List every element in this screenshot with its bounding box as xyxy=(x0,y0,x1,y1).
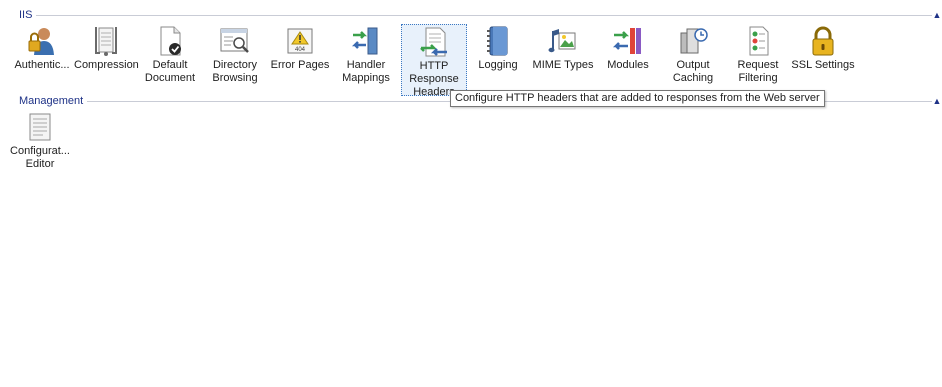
feature-error-pages[interactable]: 404 Error Pages xyxy=(268,25,332,72)
feature-request-filtering[interactable]: Request Filtering xyxy=(726,25,790,85)
group-divider xyxy=(19,15,932,16)
feature-tooltip: Configure HTTP headers that are added to… xyxy=(450,90,825,107)
feature-directory-browsing[interactable]: Directory Browsing xyxy=(203,25,267,85)
feature-label: Handler Mappings xyxy=(342,59,390,84)
feature-label: Authentic... xyxy=(14,59,70,71)
compression-clamp-icon xyxy=(95,27,117,56)
feature-label: Directory Browsing xyxy=(212,59,258,84)
feature-label: Logging xyxy=(478,59,518,71)
request-filtering-icon xyxy=(749,26,769,56)
modules-icon xyxy=(612,28,641,54)
feature-configuration-editor[interactable]: Configurat... Editor xyxy=(8,111,72,171)
padlock-icon xyxy=(812,26,834,56)
output-caching-icon xyxy=(680,28,708,54)
svg-text:404: 404 xyxy=(295,47,306,53)
feature-authentication[interactable]: Authentic... xyxy=(10,25,74,72)
mime-types-icon xyxy=(548,29,576,53)
error-404-icon: 404 xyxy=(287,28,313,54)
feature-handler-mappings[interactable]: Handler Mappings xyxy=(334,25,398,85)
iis-group-title: IIS xyxy=(19,8,37,22)
user-lock-icon xyxy=(28,28,54,55)
http-headers-icon xyxy=(420,27,447,57)
feature-modules[interactable]: Modules xyxy=(596,25,660,72)
feature-label: SSL Settings xyxy=(791,59,855,71)
iis-group-header: IIS ▲ xyxy=(0,8,942,22)
feature-label: Modules xyxy=(607,59,649,71)
logbook-icon xyxy=(487,26,508,56)
feature-label: Compression xyxy=(74,59,139,71)
feature-mime-types[interactable]: MIME Types xyxy=(531,25,595,72)
collapse-chevron-icon[interactable]: ▲ xyxy=(932,94,942,108)
feature-http-response-headers[interactable]: HTTP Response Headers xyxy=(401,24,467,98)
feature-label: Configurat... Editor xyxy=(10,145,70,170)
feature-label: Error Pages xyxy=(270,59,330,71)
feature-output-caching[interactable]: Output Caching xyxy=(661,25,725,85)
feature-label: Output Caching xyxy=(672,59,714,84)
feature-label: Request Filtering xyxy=(737,59,779,84)
directory-browsing-icon xyxy=(220,28,249,53)
feature-ssl-settings[interactable]: SSL Settings xyxy=(791,25,855,72)
feature-label: MIME Types xyxy=(532,59,594,71)
management-group-title: Management xyxy=(19,94,88,108)
handler-mappings-icon xyxy=(351,27,378,55)
default-document-icon xyxy=(160,26,181,56)
feature-logging[interactable]: Logging xyxy=(466,25,530,72)
feature-compression[interactable]: Compression xyxy=(74,25,139,72)
feature-label: Default Document xyxy=(144,59,196,84)
collapse-chevron-icon[interactable]: ▲ xyxy=(932,8,942,22)
feature-default-document[interactable]: Default Document xyxy=(138,25,202,85)
configuration-editor-icon xyxy=(29,113,51,141)
